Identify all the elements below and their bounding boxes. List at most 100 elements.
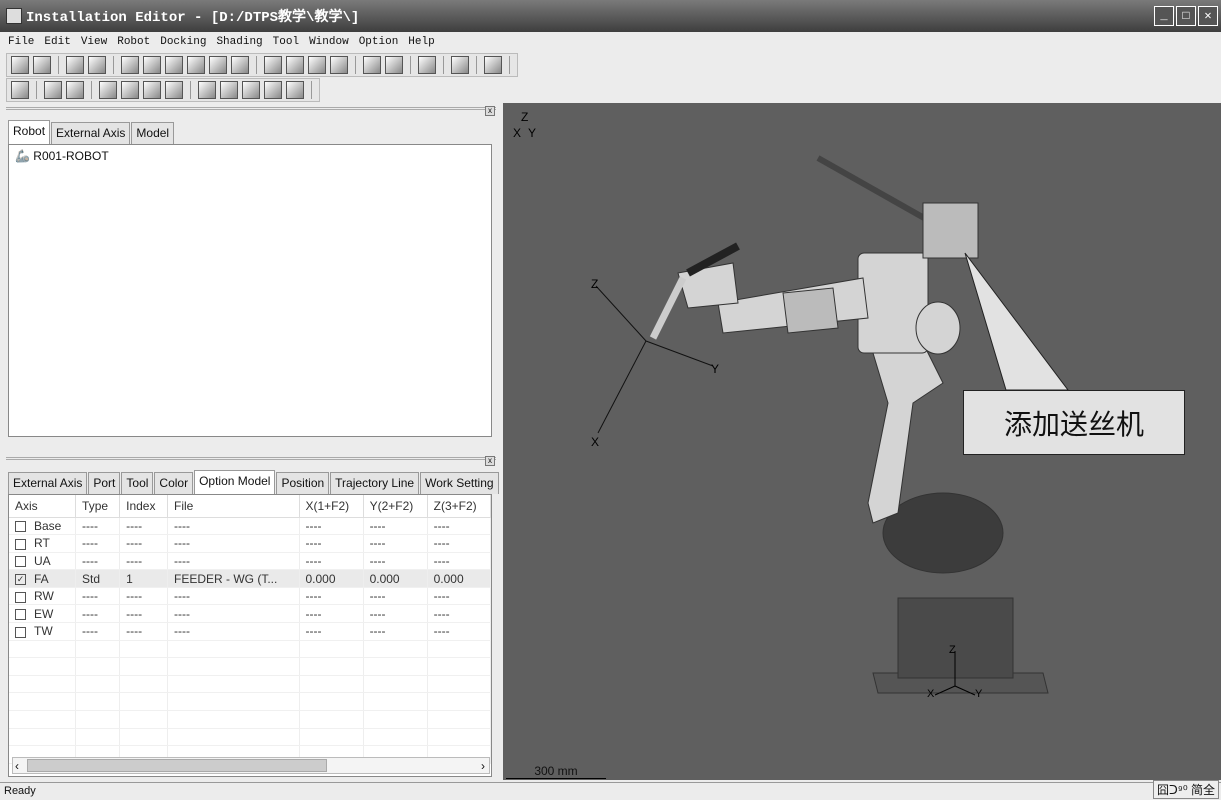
row-checkbox[interactable] (15, 538, 26, 550)
row-checkbox[interactable]: ✓ (15, 573, 26, 585)
maximize-button[interactable]: □ (1176, 6, 1196, 26)
menu-tool[interactable]: Tool (273, 36, 299, 48)
close-pane-icon[interactable]: x (485, 106, 495, 116)
table-cell: ---- (299, 552, 364, 571)
horizontal-scrollbar[interactable]: ‹ › (12, 757, 490, 774)
layout-button-icon[interactable] (242, 81, 260, 99)
table-row[interactable]: ✓ FA Std 1 FEEDER - WG (T... 0.000 0.000 0.000 (9, 569, 491, 588)
toolbar-button-icon[interactable] (363, 56, 381, 74)
tab-port[interactable]: Port (88, 472, 121, 494)
toolbar-button-icon[interactable] (66, 56, 84, 74)
column-header[interactable]: Z(3+F2) (427, 495, 491, 518)
toolbar-button-icon[interactable] (286, 56, 304, 74)
menu-file[interactable]: File (8, 36, 34, 48)
menu-view[interactable]: View (81, 36, 107, 48)
table-row[interactable]: UA ---- ---- ---- ---- ---- ---- (9, 552, 491, 571)
toolbar-button-icon[interactable] (209, 56, 227, 74)
toolbar-button-icon[interactable] (418, 56, 436, 74)
ime-indicator[interactable]: 囧ᑐ⁹⁰ 简全 (1152, 780, 1219, 799)
tab-position[interactable]: Position (276, 472, 330, 494)
layout-button-icon[interactable] (264, 81, 282, 99)
table-cell: ---- (167, 534, 300, 553)
menu-shading[interactable]: Shading (216, 36, 262, 48)
layout-button-icon[interactable] (198, 81, 216, 99)
table-cell (75, 640, 121, 659)
table-cell (167, 675, 300, 694)
cell-text: ---- (82, 624, 99, 639)
tab-option-model[interactable]: Option Model (194, 470, 276, 494)
table-cell (427, 728, 491, 747)
close-button[interactable]: ✕ (1198, 6, 1218, 26)
menu-docking[interactable]: Docking (160, 36, 206, 48)
toolbar-button-icon[interactable] (33, 56, 51, 74)
toolbar-button-icon[interactable] (11, 56, 29, 74)
pane-header[interactable] (6, 457, 496, 469)
layout-button-icon[interactable] (121, 81, 139, 99)
table-row[interactable]: RW ---- ---- ---- ---- ---- ---- (9, 587, 491, 606)
toolbar-button-icon[interactable] (187, 56, 205, 74)
menu-option[interactable]: Option (359, 36, 399, 48)
toolbar-button-icon[interactable] (165, 56, 183, 74)
row-checkbox[interactable] (15, 591, 26, 603)
menu-bar: File Edit View Robot Docking Shading Tool Windo… (0, 32, 1221, 52)
toolbar-button-icon[interactable] (330, 56, 348, 74)
tab-color[interactable]: Color (154, 472, 194, 494)
table-cell (427, 710, 491, 729)
minimize-button[interactable]: _ (1154, 6, 1174, 26)
column-header[interactable]: File (167, 495, 300, 518)
toolbar-button-icon[interactable] (264, 56, 282, 74)
row-checkbox[interactable] (15, 609, 26, 621)
layout-button-icon[interactable] (143, 81, 161, 99)
scroll-thumb[interactable] (27, 759, 327, 772)
toolbar-button-icon[interactable] (385, 56, 403, 74)
toolbar-button-icon[interactable] (308, 56, 326, 74)
layout-button-icon[interactable] (220, 81, 238, 99)
menu-window[interactable]: Window (309, 36, 349, 48)
table-row[interactable]: RT ---- ---- ---- ---- ---- ---- (9, 534, 491, 553)
table-row[interactable]: TW ---- ---- ---- ---- ---- ---- (9, 622, 491, 641)
tab-trajectory-line[interactable]: Trajectory Line (330, 472, 420, 494)
menu-edit[interactable]: Edit (44, 36, 70, 48)
row-checkbox[interactable] (15, 521, 26, 533)
layout-button-icon[interactable] (165, 81, 183, 99)
row-checkbox[interactable] (15, 626, 26, 638)
menu-help[interactable]: Help (408, 36, 434, 48)
layout-button-icon[interactable] (286, 81, 304, 99)
table-cell: Std (75, 569, 121, 588)
toolbar-button-icon[interactable] (231, 56, 249, 74)
menu-robot[interactable]: Robot (117, 36, 150, 48)
column-header[interactable]: Axis (9, 495, 77, 518)
tab-tool[interactable]: Tool (121, 472, 154, 494)
layout-button-icon[interactable] (66, 81, 84, 99)
toolbar-button-icon[interactable] (121, 56, 139, 74)
table-cell (75, 728, 121, 747)
cell-text: UA (34, 553, 51, 568)
column-header[interactable]: Index (119, 495, 168, 518)
layout-button-icon[interactable] (11, 81, 29, 99)
toolbar-button-icon[interactable] (88, 56, 106, 74)
toolbar-button-icon[interactable] (484, 56, 502, 74)
column-header[interactable]: X(1+F2) (299, 495, 364, 518)
tab-model[interactable]: Model (131, 122, 175, 144)
layout-button-icon[interactable] (44, 81, 62, 99)
table-row[interactable]: EW ---- ---- ---- ---- ---- ---- (9, 604, 491, 624)
pane-header[interactable] (6, 107, 496, 119)
scroll-right-icon[interactable]: › (481, 759, 485, 773)
scroll-left-icon[interactable]: ‹ (15, 759, 19, 773)
tab-work-setting[interactable]: Work Setting (420, 472, 499, 494)
column-header[interactable]: Type (75, 495, 121, 518)
toolbar-button-icon[interactable] (451, 56, 469, 74)
close-pane-icon[interactable]: x (485, 456, 495, 466)
tree-item[interactable]: 🦾 R001-ROBOT (9, 145, 491, 167)
tab-external-axis[interactable]: External Axis (51, 122, 131, 144)
row-checkbox[interactable] (15, 556, 26, 568)
tab-external-axis[interactable]: External Axis (8, 472, 88, 494)
layout-button-icon[interactable] (99, 81, 117, 99)
tool-frame (595, 285, 714, 434)
tab-robot[interactable]: Robot (8, 120, 51, 144)
table-row[interactable]: Base ---- ---- ---- ---- ---- ---- (9, 517, 491, 536)
table-cell: ---- (427, 622, 491, 641)
column-header[interactable]: Y(2+F2) (363, 495, 428, 518)
cell-text: ---- (82, 536, 99, 551)
toolbar-button-icon[interactable] (143, 56, 161, 74)
